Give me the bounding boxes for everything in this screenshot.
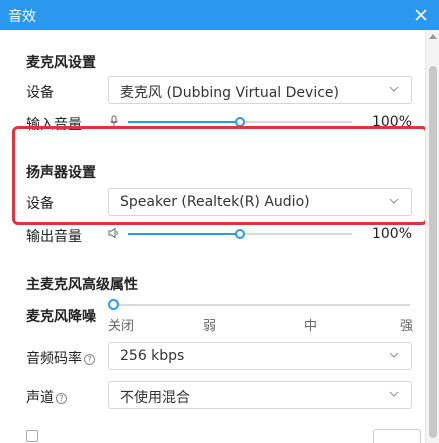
- noise-tick-strong: 强: [400, 319, 414, 334]
- speaker-settings-highlight: [12, 126, 428, 225]
- close-icon[interactable]: [411, 5, 431, 25]
- output-volume-label: 输出音量: [26, 229, 82, 245]
- bitrate-label-text: 音频码率: [26, 351, 82, 367]
- help-icon[interactable]: ?: [84, 354, 95, 365]
- settings-panel: 麦克风设置 设备 麦克风 (Dubbing Virtual Device) 输入…: [0, 30, 425, 443]
- noise-tick-off: 关闭: [108, 319, 135, 334]
- advanced-title: 主麦克风高级属性: [26, 277, 138, 293]
- bitrate-select[interactable]: 256 kbps: [108, 342, 412, 370]
- speaker-icon: [108, 227, 118, 239]
- channel-label-text: 声道: [26, 390, 54, 406]
- channel-value: 不使用混合: [120, 390, 190, 406]
- noise-tick-medium: 中: [304, 319, 318, 334]
- mic-device-select[interactable]: 麦克风 (Dubbing Virtual Device): [108, 76, 412, 104]
- noise-suppression-label: 麦克风降噪: [26, 309, 96, 325]
- scroll-up-icon[interactable]: [429, 34, 437, 39]
- scrollbar[interactable]: [425, 30, 439, 443]
- output-volume-knob[interactable]: [235, 229, 245, 239]
- chevron-down-icon: [389, 391, 399, 397]
- title-bar: 音效: [0, 0, 439, 30]
- partial-checkbox[interactable]: [26, 430, 38, 442]
- partial-row: [26, 427, 421, 443]
- noise-suppression-slider[interactable]: [113, 304, 410, 306]
- chevron-down-icon: [389, 86, 399, 92]
- help-icon[interactable]: ?: [56, 393, 67, 404]
- channel-label: 声道?: [26, 387, 67, 407]
- output-volume-percent: 100%: [371, 226, 412, 242]
- noise-tick-weak: 弱: [203, 319, 217, 334]
- mic-device-value: 麦克风 (Dubbing Virtual Device): [120, 85, 339, 101]
- output-volume-fill: [128, 233, 240, 235]
- noise-suppression-knob[interactable]: [108, 299, 119, 310]
- chevron-down-icon: [389, 352, 399, 358]
- mic-settings-title: 麦克风设置: [26, 55, 96, 71]
- scrollbar-thumb[interactable]: [429, 66, 437, 438]
- bitrate-label: 音频码率?: [26, 348, 95, 368]
- mic-device-label: 设备: [26, 85, 54, 101]
- window-title: 音效: [8, 9, 36, 25]
- channel-select[interactable]: 不使用混合: [108, 381, 412, 409]
- input-volume-fill: [128, 121, 240, 123]
- bitrate-value: 256 kbps: [120, 348, 185, 364]
- partial-button[interactable]: [373, 429, 421, 443]
